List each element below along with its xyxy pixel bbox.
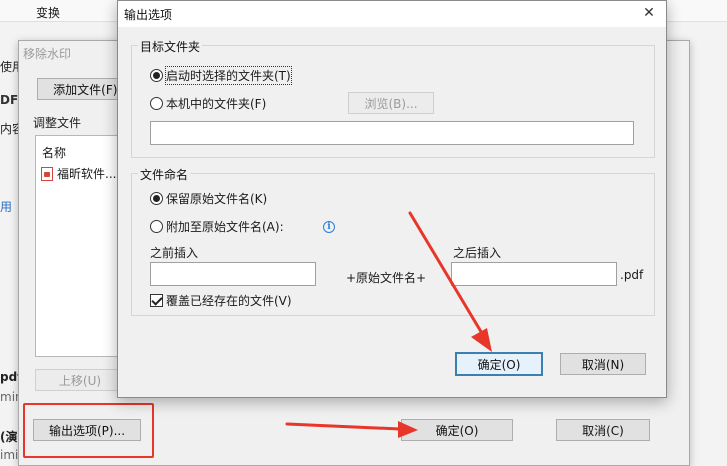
radio-button[interactable] bbox=[150, 97, 163, 110]
left-fragment: 用 bbox=[0, 200, 13, 214]
file-name: 福昕软件... bbox=[57, 167, 117, 181]
cancel-button[interactable]: 取消(C) bbox=[556, 419, 650, 441]
original-name-label: +原始文件名+ bbox=[346, 271, 427, 285]
output-options-dialog: 输出选项 ✕ 目标文件夹 启动时选择的文件夹(T) 本机中的文件夹(F) 浏览(… bbox=[117, 0, 667, 398]
radio-button[interactable] bbox=[150, 192, 163, 205]
radio-label: 启动时选择的文件夹(T) bbox=[165, 66, 292, 85]
pdf-file-icon bbox=[41, 166, 53, 181]
radio-local-folder[interactable]: 本机中的文件夹(F) bbox=[150, 95, 266, 112]
left-fragment: DF bbox=[0, 93, 19, 107]
overwrite-checkbox[interactable]: 覆盖已经存在的文件(V) bbox=[150, 292, 292, 309]
radio-button[interactable] bbox=[150, 69, 163, 82]
close-icon[interactable]: ✕ bbox=[640, 4, 658, 22]
file-naming-group-label: 文件命名 bbox=[138, 166, 191, 183]
folder-path-input[interactable] bbox=[150, 121, 634, 145]
annotation-highlight-box bbox=[23, 403, 154, 458]
left-fragment: imi bbox=[0, 448, 19, 462]
prefix-label: 之前插入 bbox=[150, 246, 199, 260]
ok-button[interactable]: 确定(O) bbox=[401, 419, 513, 441]
suffix-label: 之后插入 bbox=[453, 246, 502, 260]
checkbox[interactable] bbox=[150, 294, 163, 307]
adjust-files-label: 调整文件 bbox=[33, 116, 82, 130]
dialog-title: 移除水印 bbox=[23, 47, 72, 61]
radio-button[interactable] bbox=[150, 220, 163, 233]
list-header-name: 名称 bbox=[42, 146, 67, 160]
radio-label: 本机中的文件夹(F) bbox=[166, 97, 267, 111]
prefix-input[interactable] bbox=[150, 262, 316, 286]
move-up-button[interactable]: 上移(U) bbox=[35, 369, 125, 391]
radio-append[interactable]: 附加至原始文件名(A): bbox=[150, 218, 284, 235]
radio-label: 保留原始文件名(K) bbox=[166, 192, 268, 206]
left-fragment: (演 bbox=[0, 430, 18, 444]
radio-select-on-start[interactable]: 启动时选择的文件夹(T) bbox=[150, 66, 292, 85]
checkbox-label: 覆盖已经存在的文件(V) bbox=[166, 294, 292, 308]
info-icon[interactable]: i bbox=[323, 221, 335, 233]
browse-button[interactable]: 浏览(B)... bbox=[348, 92, 434, 114]
list-item[interactable]: 福昕软件... bbox=[41, 165, 116, 182]
dialog-titlebar: 输出选项 ✕ bbox=[118, 1, 666, 27]
cancel-button[interactable]: 取消(N) bbox=[560, 353, 646, 375]
ok-button[interactable]: 确定(O) bbox=[455, 352, 543, 376]
radio-label: 附加至原始文件名(A): bbox=[166, 220, 284, 234]
extension-label: .pdf bbox=[620, 268, 644, 282]
radio-keep-original[interactable]: 保留原始文件名(K) bbox=[150, 190, 267, 207]
suffix-input[interactable] bbox=[451, 262, 617, 286]
menu-transform[interactable]: 变换 bbox=[36, 4, 60, 21]
target-folder-group-label: 目标文件夹 bbox=[138, 38, 203, 55]
file-list[interactable]: 名称 福昕软件... bbox=[35, 135, 125, 357]
dialog-title: 输出选项 bbox=[124, 8, 173, 22]
